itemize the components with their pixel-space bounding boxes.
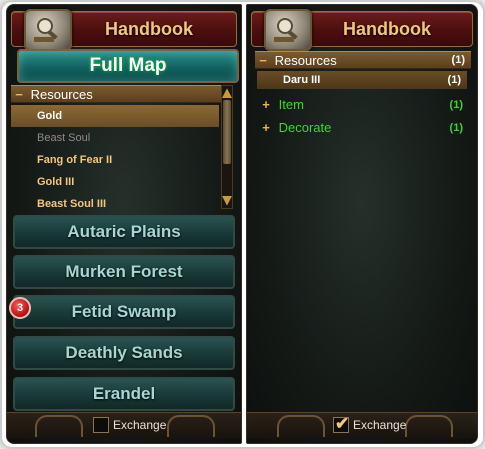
expand-icon[interactable]: + [257,118,275,138]
sub-item-daru-3[interactable]: Daru III (1) [257,71,467,89]
left-ornament [35,415,83,437]
right-resources-header[interactable]: − Resources (1) [255,51,471,69]
region-button-deathly-sands[interactable]: Deathly Sands [13,336,235,370]
sub-item-count: (1) [447,74,461,86]
exchange-checkbox[interactable] [93,417,109,433]
right-ornament [405,415,453,437]
right-footer: ✔ Exchange [247,412,477,439]
left-header-bar: Handbook [11,9,237,51]
scroll-up-arrow-icon[interactable] [222,88,232,98]
handbook-left-panel: Handbook Full Map − Resources Gold Beast… [6,4,242,444]
expand-icon[interactable]: + [257,95,275,115]
category-label: Item [278,97,304,112]
resource-item-gold-3[interactable]: Gold III [11,171,219,193]
category-count: (1) [449,122,463,134]
scroll-thumb[interactable] [223,100,231,164]
left-resources-label: Resources [30,87,93,102]
full-map-button[interactable]: Full Map [17,49,239,83]
resource-item-beast-soul-3[interactable]: Beast Soul III [11,193,219,215]
right-resources-label: Resources [274,53,337,68]
region-button-murken-forest[interactable]: Murken Forest [13,255,235,289]
right-title: Handbook [343,19,431,39]
category-count: (1) [449,99,463,111]
scroll-down-arrow-icon[interactable] [222,196,232,206]
resource-scrollbar[interactable] [221,85,233,209]
right-header-bar: Handbook [251,9,473,51]
handbook-right-panel: Handbook − Resources (1) Daru III (1) + … [246,4,478,444]
category-item[interactable]: + Item (1) [257,95,469,115]
exchange-checkbox-checked[interactable]: ✔ [333,414,350,433]
exchange-label: Exchange [353,418,407,432]
checkmark-icon: ✔ [335,414,350,433]
collapse-icon[interactable]: − [11,86,27,103]
category-decorate[interactable]: + Decorate (1) [257,118,469,138]
exchange-label: Exchange [113,418,167,432]
right-ornament [167,415,215,437]
region-button-erandel[interactable]: Erandel [13,377,235,411]
sub-item-label: Daru III [283,74,321,86]
handbook-emblem-icon [24,9,72,51]
notification-badge: 3 [9,297,31,319]
resource-item-gold[interactable]: Gold [11,105,219,127]
left-title: Handbook [105,19,193,39]
resource-item-beast-soul[interactable]: Beast Soul [11,127,219,149]
left-footer: Exchange [7,412,241,439]
resource-item-fang-of-fear-2[interactable]: Fang of Fear II [11,149,219,171]
category-label: Decorate [278,120,332,135]
region-button-autaric-plains[interactable]: Autaric Plains [13,215,235,249]
handbook-emblem-icon [264,9,312,51]
region-button-fetid-swamp[interactable]: Fetid Swamp [13,295,235,329]
left-ornament [277,415,325,437]
collapse-icon[interactable]: − [255,52,271,69]
left-resources-header[interactable]: − Resources [11,85,223,103]
right-resources-count: (1) [451,54,465,66]
